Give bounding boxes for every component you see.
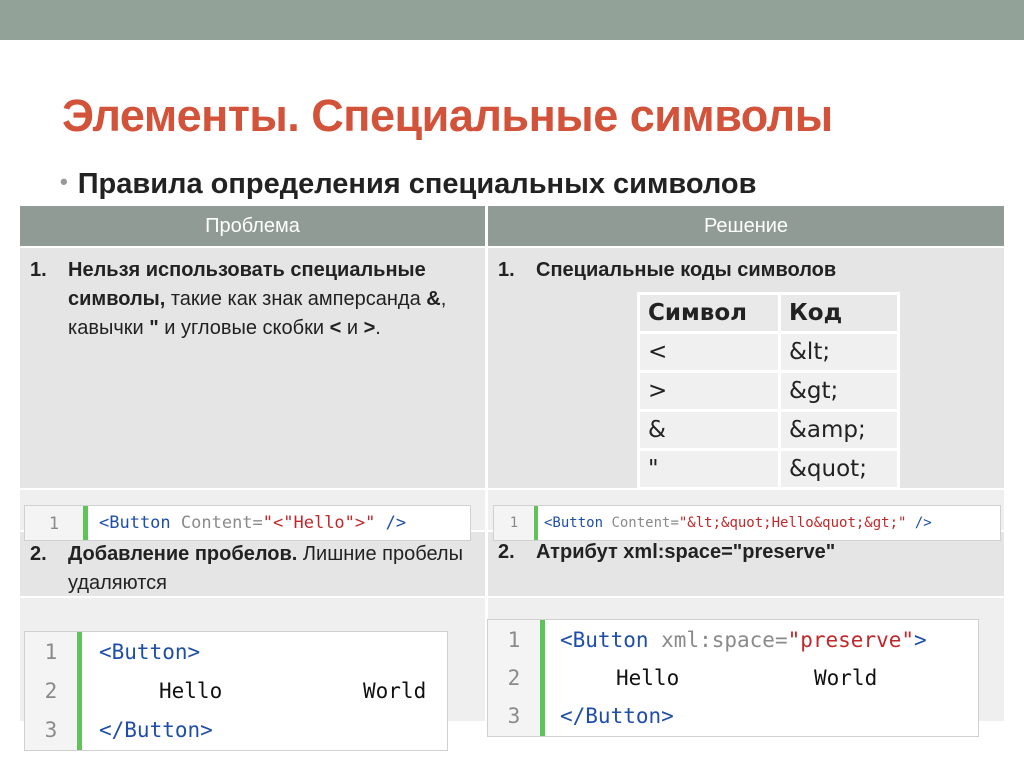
code-tag-close: /> [906,515,932,531]
solution-2-text: 2. Атрибут xml:space="preserve" [498,538,978,567]
symbol-codes-table: Символ Код < &lt; > &gt; & &amp; " &quot… [637,292,900,490]
code-line: </Button> [560,704,674,728]
code-line: <Button xml:space="preserve"> [560,628,927,652]
code-snippet-escaped-wrong: 1 <Button Content="<"Hello">" /> [25,506,470,540]
line-number: 1 [44,640,58,664]
solution-1-number: 1. [498,259,515,281]
solution-2-label: Атрибут xml:space="preserve" [536,541,836,563]
code-line-world: World [814,666,878,690]
code-line: <Button> [99,640,201,664]
code-snippet-whitespace-default: 1 2 3 <Button> Hello World </Button> [25,632,447,750]
code-value: "<"Hello">" [262,513,376,533]
code-tag: <Button [560,628,649,652]
problem-1-text: 1. Нельзя использовать специальные симво… [30,256,470,343]
code-line-world: World [363,679,427,703]
code-cell: &lt; [778,331,900,373]
quote-symbol: " [149,317,159,339]
code-cell: &quot; [778,448,900,490]
slide-subtitle: • Правила определения специальных символо… [60,168,756,201]
line-number: 1 [509,515,519,531]
line-number: 3 [507,704,521,728]
header-problem: Проблема [20,206,485,246]
gt-symbol: > [363,317,376,339]
code-snippet-escaped-right: 1 <Button Content="&lt;&quot;Hello&quot;… [494,506,1000,540]
problem-1-rest-3: и угловые скобки [158,317,330,339]
line-number: 1 [48,514,60,534]
line-number: 1 [507,628,521,652]
change-bar [83,506,88,540]
table-row: & &amp; [637,409,900,451]
table-row: " &quot; [637,448,900,490]
code-attr: Content= [170,513,263,533]
codes-header-symbol: Символ [637,292,781,334]
slide-title: Элементы. Специальные символы [62,90,833,141]
code-line: </Button> [99,718,213,742]
line-number: 2 [507,666,521,690]
change-bar [540,620,545,736]
amp-symbol: & [426,288,441,310]
bullet-icon: • [60,169,68,194]
problem-2-lead: Добавление пробелов. [68,543,298,565]
code-value: "preserve" [787,628,915,652]
change-bar [534,506,538,540]
top-bar [0,0,1024,40]
subtitle-text: Правила определения специальных символов [77,168,757,200]
problem-2-text: 2. Добавление пробелов. Лишние пробелы у… [30,540,470,598]
codes-header-code: Код [778,292,900,334]
code-tag-close: > [914,628,927,652]
table-row: < &lt; [637,331,900,373]
code-value: "&lt;&quot;Hello&quot;&gt;" [678,515,907,531]
problem-1-rest-1: такие как знак амперсанда [165,288,427,310]
solution-1-text: 1. Специальные коды символов [498,256,978,285]
code-line: <Button Content="<"Hello">" /> [99,513,406,533]
change-bar [77,632,82,750]
code-attr: Content= [603,515,679,531]
code-snippet-whitespace-preserve: 1 2 3 <Button xml:space="preserve"> Hell… [488,620,978,736]
lt-symbol: < [329,317,342,339]
code-tag: <Button [99,513,171,533]
code-cell: &amp; [778,409,900,451]
solution-2-number: 2. [498,541,515,563]
codes-header-row: Символ Код [637,292,900,334]
symbol-cell: " [637,448,781,490]
line-number: 3 [44,718,58,742]
table-row: > &gt; [637,370,900,412]
symbol-cell: & [637,409,781,451]
problem-2-number: 2. [30,543,47,565]
code-attr: xml:space= [648,628,788,652]
code-line-hello: Hello [159,679,223,703]
header-solution: Решение [488,206,1004,246]
code-cell: &gt; [778,370,900,412]
symbol-cell: < [637,331,781,373]
code-line: <Button Content="&lt;&quot;Hello&quot;&g… [544,515,932,531]
problem-1-rest-4: и [341,317,364,339]
problem-1-number: 1. [30,259,47,281]
code-tag-close: /> [375,513,407,533]
code-line-hello: Hello [616,666,680,690]
code-tag: <Button [544,515,604,531]
problem-1-rest-5: . [375,317,381,339]
solution-1-label: Специальные коды символов [536,259,837,281]
symbol-cell: > [637,370,781,412]
line-number: 2 [44,679,58,703]
